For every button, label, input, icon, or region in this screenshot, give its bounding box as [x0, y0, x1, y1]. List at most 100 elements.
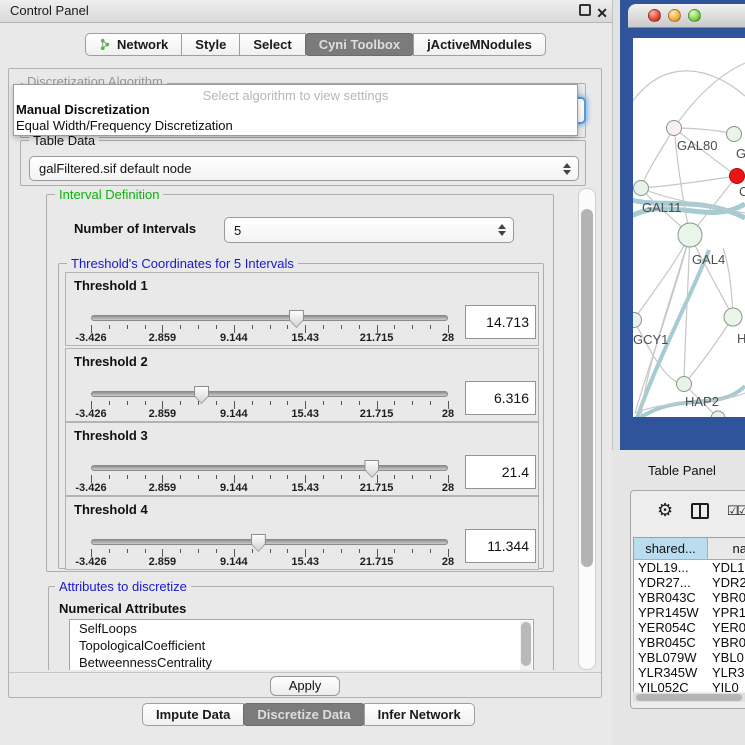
threshold-slider-track[interactable] [91, 315, 448, 321]
combo-stepper-icon [563, 163, 571, 175]
threshold-panel-4: Threshold 4-3.4262.8599.14415.4321.71528… [65, 496, 539, 570]
network-node-hap2[interactable] [677, 377, 692, 392]
network-node-label: C [739, 184, 745, 199]
settings-scrollbar[interactable] [578, 188, 596, 670]
network-window-titlebar[interactable] [628, 4, 745, 28]
tab-select[interactable]: Select [239, 33, 305, 56]
table-panel: Table Panel ⚙ ☑☑ shared... na YDL19...YD… [612, 450, 745, 745]
threshold-slider-track[interactable] [91, 465, 448, 471]
cell-shared-name: YBR043C [634, 590, 708, 605]
tab-label: jActiveMNodules [427, 34, 532, 55]
cell-name: YLR3 [708, 665, 745, 680]
attribute-item[interactable]: BetweennessCentrality [70, 654, 533, 670]
cell-shared-name: YPR145W [634, 605, 708, 620]
threshold-slider-track[interactable] [91, 391, 448, 397]
network-node-ga[interactable] [727, 127, 742, 142]
gear-icon[interactable]: ⚙ [657, 500, 673, 521]
threshold-value-field[interactable]: 14.713 [465, 305, 536, 339]
network-node-h[interactable] [724, 308, 742, 326]
bottom-tab-discretize-data[interactable]: Discretize Data [243, 703, 364, 726]
table-row[interactable]: YIL052CYIL0 [634, 680, 745, 692]
cell-shared-name: YDR27... [634, 575, 708, 590]
bottom-tab-infer-network[interactable]: Infer Network [364, 703, 475, 726]
algorithm-option-equal-width[interactable]: Equal Width/Frequency Discretization [14, 118, 577, 134]
network-node-label: GCY1 [633, 332, 668, 347]
algorithm-placeholder-option[interactable]: Select algorithm to view settings [14, 85, 577, 102]
network-node-c[interactable] [730, 169, 745, 184]
slider-tick-labels: -3.4262.8599.14415.4321.71528 [91, 408, 448, 420]
algorithm-dropdown-popup: Select algorithm to view settings Manual… [13, 84, 578, 136]
cell-name: YPR1 [708, 605, 745, 620]
table-row[interactable]: YLR345WYLR3 [634, 665, 745, 680]
threshold-slider-track[interactable] [91, 539, 448, 545]
network-canvas[interactable]: GAL80GACGAL11GAL4GCY1HHAP2 [633, 38, 745, 417]
table-row[interactable]: YDR27...YDR2 [634, 575, 745, 590]
apply-strip: Apply [9, 672, 601, 697]
table-data-value: galFiltered.sif default node [39, 161, 191, 176]
thresholds-group: Threshold's Coordinates for 5 Intervals … [58, 263, 544, 569]
table-row[interactable]: YBR043CYBR0 [634, 590, 745, 605]
network-node-label: GA [736, 146, 745, 161]
table-row[interactable]: YBR045CYBR0 [634, 635, 745, 650]
table-row[interactable]: YER054CYER0 [634, 620, 745, 635]
minimize-traffic-light-icon[interactable] [668, 9, 681, 22]
bottom-tab-bar: Impute Data Discretize Data Infer Network [143, 703, 475, 726]
tab-label: Style [195, 34, 226, 55]
checkboxes-icon[interactable]: ☑☑ [727, 503, 745, 519]
attribute-item[interactable]: SelfLoops [70, 620, 533, 637]
bottom-tab-label: Infer Network [378, 704, 461, 725]
table-data-combo[interactable]: galFiltered.sif default node [29, 156, 579, 181]
cell-name: YBR0 [708, 590, 745, 605]
network-node-gal80[interactable] [667, 121, 682, 136]
network-node-gcy1[interactable] [633, 313, 642, 328]
table-panel-title: Table Panel [648, 463, 716, 478]
network-node-label: HAP2 [685, 394, 719, 409]
network-graph: GAL80GACGAL11GAL4GCY1HHAP2 [633, 38, 745, 417]
tab-cyni-toolbox[interactable]: Cyni Toolbox [305, 33, 414, 56]
bottom-tab-impute-data[interactable]: Impute Data [142, 703, 244, 726]
network-icon [99, 38, 112, 51]
numerical-attributes-list[interactable]: SelfLoopsTopologicalCoefficientBetweenne… [69, 619, 534, 670]
attributes-list-scrollbar[interactable] [520, 621, 532, 670]
top-tab-bar: Network Style Select Cyni Toolbox jActiveMNo… [86, 33, 546, 56]
threshold-value-field[interactable]: 6.316 [465, 381, 536, 415]
node-table[interactable]: shared... na YDL19...YDL1YDR27...YDR2YBR… [633, 537, 745, 692]
table-panel-box: ⚙ ☑☑ shared... na YDL19...YDL1YDR27...YD… [630, 490, 745, 709]
tab-label: Select [253, 34, 291, 55]
zoom-traffic-light-icon[interactable] [688, 9, 701, 22]
close-icon[interactable]: ✕ [596, 2, 608, 24]
cell-name: YER0 [708, 620, 745, 635]
attribute-item[interactable]: TopologicalCoefficient [70, 637, 533, 654]
split-columns-icon[interactable] [691, 503, 709, 519]
threshold-value-field[interactable]: 11.344 [465, 529, 536, 563]
network-node-gal4[interactable] [678, 223, 702, 247]
network-node-gal11[interactable] [634, 181, 649, 196]
table-row[interactable]: YPR145WYPR1 [634, 605, 745, 620]
algorithm-option-manual[interactable]: Manual Discretization [14, 102, 577, 118]
threshold-label: Threshold 1 [74, 278, 148, 293]
number-of-intervals-combo[interactable]: 5 [224, 217, 514, 243]
bottom-tab-label: Impute Data [156, 704, 230, 725]
threshold-label: Threshold 2 [74, 354, 148, 369]
table-row[interactable]: YBL079WYBL0 [634, 650, 745, 665]
close-traffic-light-icon[interactable] [648, 9, 661, 22]
cell-name: YIL0 [708, 680, 745, 692]
column-header-name[interactable]: na [708, 538, 745, 560]
thresholds-group-title: Threshold's Coordinates for 5 Intervals [67, 256, 298, 271]
number-of-intervals-label: Number of Intervals [74, 221, 196, 236]
screen: Control Panel ✕ NetworkStyleSelectCyni T… [0, 0, 745, 745]
table-panel-toolbar: ⚙ ☑☑ [631, 491, 745, 535]
attributes-group-title: Attributes to discretize [55, 579, 191, 594]
table-header-row: shared... na [634, 538, 745, 560]
threshold-value-field[interactable]: 21.4 [465, 455, 536, 489]
tab-style[interactable]: Style [181, 33, 240, 56]
column-header-shared-name[interactable]: shared... [634, 538, 708, 560]
table-row[interactable]: YDL19...YDL1 [634, 560, 745, 575]
apply-button[interactable]: Apply [270, 676, 340, 696]
table-horizontal-scrollbar[interactable] [633, 693, 745, 702]
tab-network[interactable]: Network [85, 33, 182, 56]
cell-name: YDL1 [708, 560, 745, 575]
tab-jactivemnodules[interactable]: jActiveMNodules [413, 33, 546, 56]
float-window-icon[interactable] [579, 4, 591, 16]
network-node[interactable] [711, 411, 725, 417]
